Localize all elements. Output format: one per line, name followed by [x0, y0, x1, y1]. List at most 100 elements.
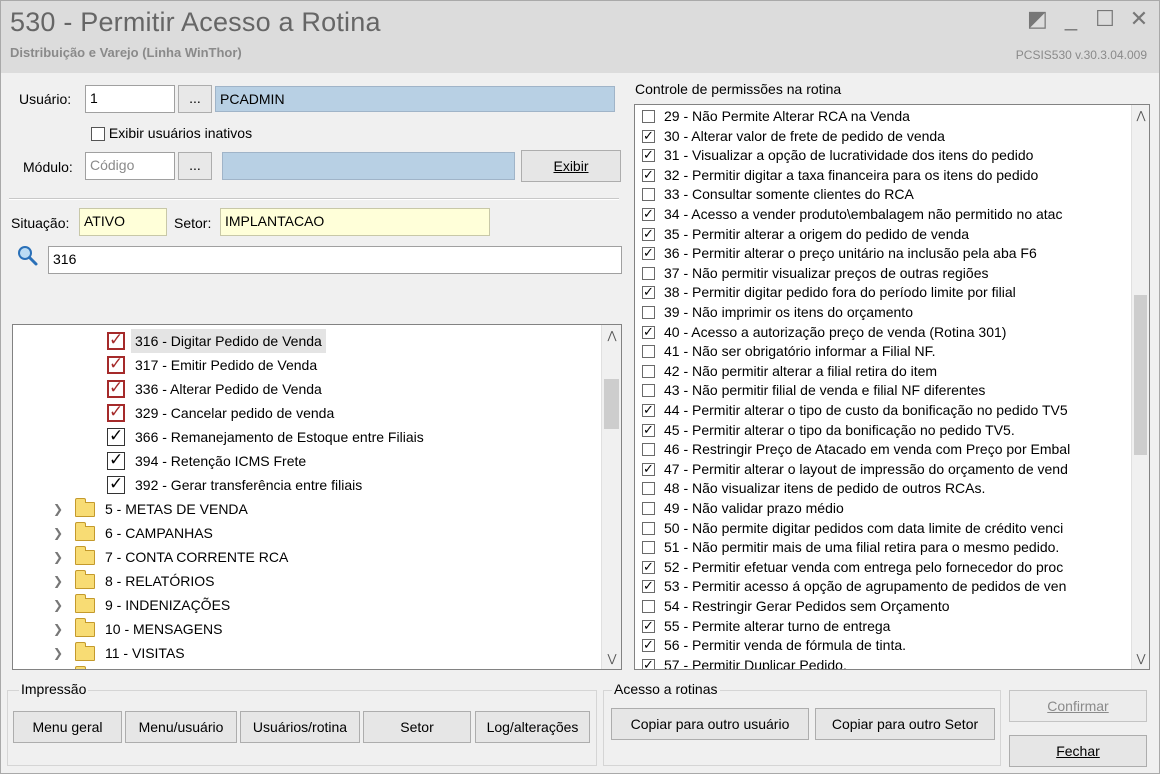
permission-item[interactable]: 53 - Permitir acesso á opção de agrupame… — [642, 577, 1129, 597]
tree-item[interactable]: 336 - Alterar Pedido de Venda — [13, 376, 598, 401]
permission-checkbox[interactable] — [642, 617, 655, 635]
menu-geral-button[interactable]: Menu geral — [13, 711, 122, 743]
permission-item[interactable]: 35 - Permitir alterar a origem do pedido… — [642, 225, 1129, 245]
permission-checkbox[interactable] — [642, 577, 655, 595]
expand-chevron-icon[interactable]: ❯ — [53, 521, 63, 545]
permission-item[interactable]: 30 - Alterar valor de frete de pedido de… — [642, 127, 1129, 147]
confirmar-button[interactable]: Confirmar — [1009, 690, 1147, 722]
permission-item[interactable]: 33 - Consultar somente clientes do RCA — [642, 185, 1129, 205]
permission-checkbox[interactable] — [642, 188, 655, 202]
permission-item[interactable]: 36 - Permitir alterar o preço unitário n… — [642, 244, 1129, 264]
permission-checkbox[interactable] — [642, 541, 655, 555]
permission-checkbox[interactable] — [642, 521, 655, 535]
tree-folder[interactable]: ❯ 8 - RELATÓRIOS — [13, 569, 598, 593]
permission-checkbox[interactable] — [642, 110, 655, 123]
permission-item[interactable]: 43 - Não permitir filial de venda e fili… — [642, 381, 1129, 401]
permission-item[interactable]: 41 - Não ser obrigatório informar a Fili… — [642, 342, 1129, 362]
modulo-lookup-button[interactable]: ... — [178, 152, 212, 180]
scroll-up-icon[interactable]: ⋀ — [602, 329, 621, 342]
tree-item[interactable]: 366 - Remanejamento de Estoque entre Fil… — [13, 424, 598, 449]
permission-item[interactable]: 34 - Acesso a vender produto\embalagem n… — [642, 205, 1129, 225]
permission-checkbox[interactable] — [642, 345, 655, 359]
permission-checkbox[interactable] — [642, 127, 655, 145]
permission-item[interactable]: 45 - Permitir alterar o tipo da bonifica… — [642, 421, 1129, 441]
permission-checkbox[interactable] — [642, 558, 655, 576]
permission-item[interactable]: 54 - Restringir Gerar Pedidos sem Orçame… — [642, 597, 1129, 617]
copy-user-button[interactable]: Copiar para outro usuário — [611, 708, 809, 740]
permission-item[interactable]: 32 - Permitir digitar a taxa financeira … — [642, 166, 1129, 186]
permission-checkbox[interactable] — [642, 166, 655, 184]
show-inactive-option[interactable]: Exibir usuários inativos — [91, 125, 252, 142]
tree-item-checkbox[interactable] — [107, 400, 125, 424]
permission-item[interactable]: 48 - Não visualizar itens de pedido de o… — [642, 479, 1129, 499]
tree-item-checkbox[interactable] — [107, 448, 125, 472]
tree-folder[interactable]: ❯ 9 - INDENIZAÇÕES — [13, 593, 598, 617]
expand-chevron-icon[interactable]: ❯ — [53, 617, 63, 641]
permission-checkbox[interactable] — [642, 283, 655, 301]
permission-checkbox[interactable] — [642, 306, 655, 319]
permission-checkbox[interactable] — [642, 656, 655, 669]
expand-chevron-icon[interactable]: ❯ — [53, 497, 63, 521]
permission-checkbox[interactable] — [642, 443, 655, 457]
perm-scroll-down-icon[interactable]: ⋁ — [1132, 652, 1149, 665]
copy-setor-button[interactable]: Copiar para outro Setor — [815, 708, 995, 740]
permission-checkbox[interactable] — [642, 323, 655, 341]
expand-chevron-icon[interactable]: ❯ — [53, 545, 63, 569]
permission-item[interactable]: 37 - Não permitir visualizar preços de o… — [642, 264, 1129, 284]
permission-item[interactable]: 40 - Acesso a autorização preço de venda… — [642, 323, 1129, 343]
tree-item[interactable]: 394 - Retenção ICMS Frete — [13, 448, 598, 473]
usuario-code-input[interactable]: 1 — [85, 85, 175, 113]
minimize-icon[interactable]: _ — [1061, 5, 1081, 33]
show-inactive-checkbox[interactable] — [91, 127, 105, 142]
maximize-icon[interactable]: ☐ — [1095, 5, 1115, 33]
exibir-button[interactable]: Exibir — [521, 150, 621, 182]
permission-item[interactable]: 31 - Visualizar a opção de lucratividade… — [642, 146, 1129, 166]
permission-item[interactable]: 29 - Não Permite Alterar RCA na Venda — [642, 107, 1129, 127]
permission-checkbox[interactable] — [642, 600, 655, 613]
expand-chevron-icon[interactable]: ❯ — [53, 665, 63, 669]
tree-item-checkbox[interactable] — [107, 376, 125, 400]
expand-chevron-icon[interactable]: ❯ — [53, 569, 63, 593]
perm-scroll-up-icon[interactable]: ⋀ — [1132, 109, 1149, 122]
permission-checkbox[interactable] — [642, 266, 655, 280]
permission-item[interactable]: 39 - Não imprimir os itens do orçamento — [642, 303, 1129, 323]
tree-item[interactable]: 329 - Cancelar pedido de venda — [13, 400, 598, 425]
close-icon[interactable]: ✕ — [1129, 5, 1149, 33]
permission-item[interactable]: 51 - Não permitir mais de uma filial ret… — [642, 538, 1129, 558]
permission-item[interactable]: 42 - Não permitir alterar a filial retir… — [642, 362, 1129, 382]
tree-item-checkbox[interactable] — [107, 424, 125, 448]
usuario-lookup-button[interactable]: ... — [178, 85, 212, 113]
tree-folder[interactable]: ❯ 7 - CONTA CORRENTE RCA — [13, 545, 598, 569]
tree-folder[interactable]: ❯ 5 - METAS DE VENDA — [13, 497, 598, 521]
permission-checkbox[interactable] — [642, 460, 655, 478]
permission-item[interactable]: 56 - Permitir venda de fórmula de tinta. — [642, 636, 1129, 656]
log-alteracoes-button[interactable]: Log/alterações — [475, 711, 590, 743]
tree-item[interactable]: 392 - Gerar transferência entre filiais — [13, 472, 598, 497]
permission-item[interactable]: 55 - Permite alterar turno de entrega — [642, 617, 1129, 637]
permission-item[interactable]: 49 - Não validar prazo médio — [642, 499, 1129, 519]
permission-item[interactable]: 57 - Permitir Duplicar Pedido. — [642, 656, 1129, 669]
permission-checkbox[interactable] — [642, 244, 655, 262]
tree-item-checkbox[interactable] — [107, 352, 125, 376]
permission-checkbox[interactable] — [642, 364, 655, 378]
restore-icon[interactable]: ◩ — [1027, 5, 1048, 33]
fechar-button[interactable]: Fechar — [1009, 735, 1147, 767]
permission-checkbox[interactable] — [642, 225, 655, 243]
permission-item[interactable]: 44 - Permitir alterar o tipo de custo da… — [642, 401, 1129, 421]
permission-item[interactable]: 38 - Permitir digitar pedido fora do per… — [642, 283, 1129, 303]
tree-item[interactable]: 316 - Digitar Pedido de Venda — [13, 328, 598, 353]
search-input[interactable]: 316 — [48, 246, 622, 274]
permission-checkbox[interactable] — [642, 482, 655, 496]
tree-item-checkbox[interactable] — [107, 328, 125, 352]
expand-chevron-icon[interactable]: ❯ — [53, 593, 63, 617]
permission-item[interactable]: 52 - Permitir efetuar venda com entrega … — [642, 558, 1129, 578]
permissions-scroll-thumb[interactable] — [1134, 295, 1147, 455]
permission-checkbox[interactable] — [642, 384, 655, 398]
menu-usuario-button[interactable]: Menu/usuário — [125, 711, 237, 743]
tree-scroll-thumb[interactable] — [604, 379, 619, 429]
tree-item-checkbox[interactable] — [107, 472, 125, 496]
permission-checkbox[interactable] — [642, 205, 655, 223]
permission-item[interactable]: 50 - Não permite digitar pedidos com dat… — [642, 519, 1129, 539]
scroll-down-icon[interactable]: ⋁ — [602, 652, 621, 665]
permission-checkbox[interactable] — [642, 502, 655, 515]
